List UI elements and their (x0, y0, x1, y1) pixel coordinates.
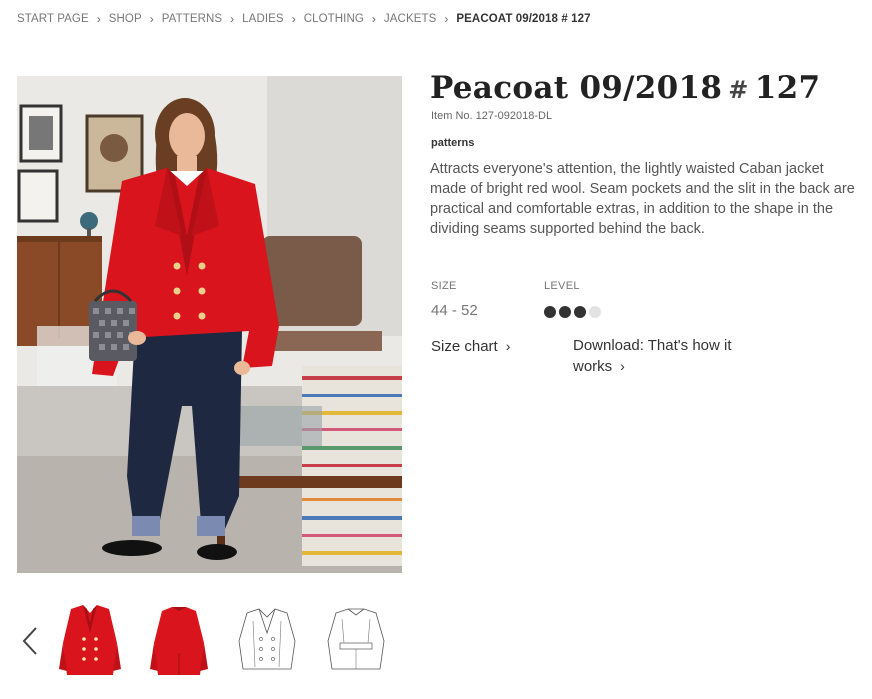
chevron-right-icon: › (371, 12, 376, 26)
breadcrumb-start-page[interactable]: START PAGE (17, 13, 89, 25)
level-dot-empty (589, 306, 601, 318)
chevron-right-icon: › (230, 12, 235, 26)
download-info-link[interactable]: Download: That's how it works › (573, 336, 773, 377)
thumbnail-front-red[interactable] (55, 602, 125, 680)
product-photo (17, 76, 402, 573)
title-main: Peacoat 09/2018 (430, 70, 723, 106)
category-tag: patterns (431, 137, 475, 149)
coat-back-sketch-thumbnail (327, 608, 385, 670)
chevron-right-icon: › (96, 12, 101, 26)
chevron-right-icon: › (291, 12, 296, 26)
coat-front-sketch-thumbnail (238, 608, 296, 670)
level-dot-filled (574, 306, 586, 318)
breadcrumb-current: PEACOAT 09/2018 # 127 (456, 13, 591, 25)
thumbnail-front-sketch[interactable] (232, 602, 302, 680)
title-number: 127 (754, 70, 821, 106)
chevron-left-icon (22, 627, 37, 655)
size-chart-label: Size chart (431, 338, 498, 355)
title-hash: # (728, 75, 749, 104)
breadcrumb: START PAGE › SHOP › PATTERNS › LADIES › … (17, 11, 591, 27)
size-chart-link[interactable]: Size chart › (431, 336, 510, 357)
breadcrumb-ladies[interactable]: LADIES (242, 13, 284, 25)
level-dot-filled (559, 306, 571, 318)
breadcrumb-clothing[interactable]: CLOTHING (304, 13, 364, 25)
red-coat-front-thumbnail (59, 605, 121, 675)
level-label: LEVEL (544, 280, 580, 292)
thumbnail-back-sketch[interactable] (321, 602, 391, 680)
product-description: Attracts everyone's attention, the light… (430, 161, 855, 237)
download-label: Download: That's how it works (573, 337, 732, 375)
item-number: Item No. 127-092018-DL (431, 110, 553, 122)
thumbnail-back-red[interactable] (144, 602, 214, 680)
chevron-right-icon: › (620, 358, 625, 374)
product-main-image[interactable] (17, 76, 402, 573)
breadcrumb-jackets[interactable]: JACKETS (384, 13, 436, 25)
chevron-right-icon: › (444, 12, 449, 26)
breadcrumb-patterns[interactable]: PATTERNS (162, 13, 222, 25)
breadcrumb-shop[interactable]: SHOP (109, 13, 142, 25)
product-title: Peacoat 09/2018 #127 (430, 70, 820, 106)
chevron-right-icon: › (505, 338, 511, 354)
size-value: 44 - 52 (431, 302, 478, 319)
chevron-right-icon: › (149, 12, 154, 26)
thumbnail-prev-button[interactable] (18, 624, 42, 658)
red-coat-back-thumbnail (150, 607, 208, 675)
level-dot-filled (544, 306, 556, 318)
difficulty-level-indicator (544, 306, 601, 318)
size-label: SIZE (431, 280, 457, 292)
